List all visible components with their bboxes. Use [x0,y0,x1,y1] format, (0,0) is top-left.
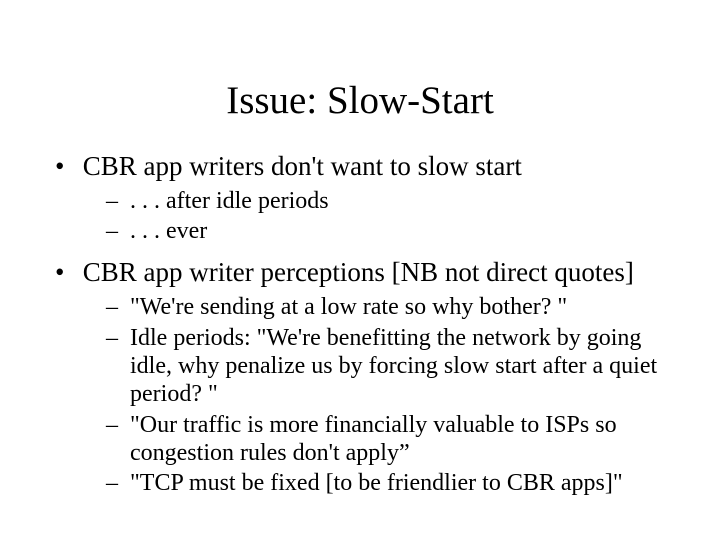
sub-bullet-item: . . . after idle periods [106,187,680,215]
bullet-text: CBR app writers don't want to slow start [83,151,522,181]
slide: Issue: Slow-Start CBR app writers don't … [0,0,720,540]
sub-bullet-item: "TCP must be fixed [to be friendlier to … [106,469,680,497]
bullet-text: CBR app writer perceptions [NB not direc… [83,257,634,287]
slide-body: CBR app writers don't want to slow start… [0,151,720,498]
sub-bullet-list: . . . after idle periods . . . ever [76,187,680,246]
sub-bullet-list: "We're sending at a low rate so why both… [76,293,680,497]
sub-bullet-text: "We're sending at a low rate so why both… [130,294,567,320]
sub-bullet-item: "We're sending at a low rate so why both… [106,293,680,321]
bullet-list: CBR app writers don't want to slow start… [48,151,680,498]
sub-bullet-item: "Our traffic is more financially valuabl… [106,411,680,468]
sub-bullet-text: Idle periods: "We're benefitting the net… [130,325,657,408]
sub-bullet-item: . . . ever [106,217,680,245]
bullet-item: CBR app writer perceptions [NB not direc… [48,257,680,497]
sub-bullet-text: "TCP must be fixed [to be friendlier to … [130,470,623,496]
sub-bullet-item: Idle periods: "We're benefitting the net… [106,324,680,409]
slide-title: Issue: Slow-Start [0,0,720,151]
sub-bullet-text: . . . after idle periods [130,188,329,214]
sub-bullet-text: . . . ever [130,218,207,244]
sub-bullet-text: "Our traffic is more financially valuabl… [130,412,617,466]
bullet-item: CBR app writers don't want to slow start… [48,151,680,245]
